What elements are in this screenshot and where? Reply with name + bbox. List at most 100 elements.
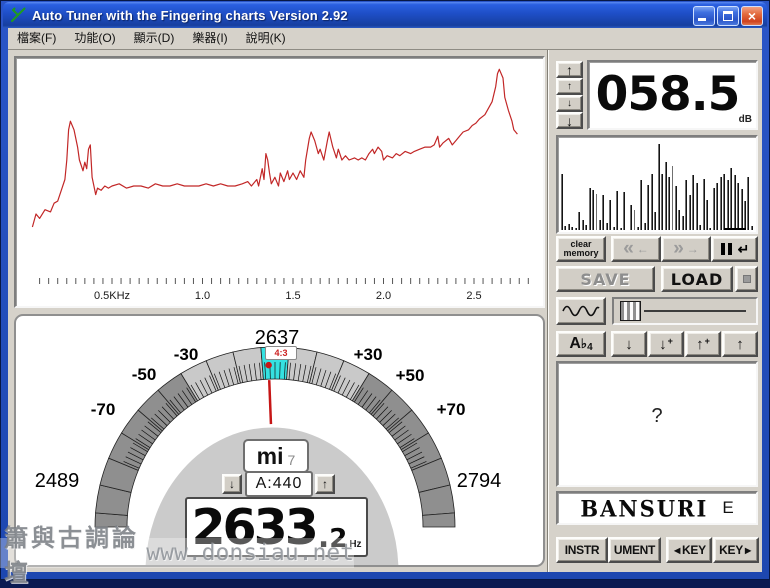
load-button[interactable]: LOAD — [661, 266, 733, 292]
save-label: SAVE — [580, 269, 631, 289]
close-button[interactable]: × — [741, 6, 763, 26]
rewind-button[interactable]: « ← — [611, 236, 661, 262]
instrument-name: BANSURI — [580, 494, 709, 522]
frequency-integer: 2633 — [191, 499, 318, 556]
menu-file[interactable]: 檔案(F) — [8, 28, 65, 49]
menu-instrument[interactable]: 樂器(I) — [183, 28, 236, 49]
minimize-icon — [698, 18, 706, 21]
clear-memory-button[interactable]: clear memory — [556, 236, 606, 262]
pause-icon — [721, 243, 726, 255]
minimize-button[interactable] — [693, 6, 715, 26]
clear-label-2: memory — [563, 248, 599, 258]
svg-text:1.5: 1.5 — [285, 290, 300, 302]
pause-button[interactable]: ↵ — [711, 236, 758, 262]
slider-thumb[interactable] — [620, 301, 641, 321]
pitch-down-button[interactable]: ↓ — [611, 331, 647, 357]
instrument-next-button[interactable]: UMENT — [608, 537, 661, 563]
menu-bar: 檔案(F) 功能(O) 顯示(D) 樂器(I) 說明(K) — [8, 28, 762, 50]
note-name-button[interactable]: A ♭ 4 — [556, 331, 606, 357]
note-display: mi 7 — [243, 439, 309, 473]
reference-pitch-display: A:440 — [245, 471, 313, 497]
maximize-button[interactable] — [717, 6, 739, 26]
client-area: 0.5KHz 1.0 1.5 2.0 2.5 2637 4:3 -30 -50 -70 … — [8, 50, 762, 572]
level-display: 058.5 dB — [587, 60, 758, 130]
cents-label-plus30: +30 — [353, 345, 383, 364]
interval-ratio-badge: 4:3 — [265, 346, 297, 360]
close-icon: × — [747, 8, 757, 24]
note-letter: A — [569, 335, 581, 352]
down-arrow-icon: ↓ — [659, 335, 667, 353]
pitch-up-button[interactable]: ↑ — [722, 331, 758, 357]
down-arrow-icon: ↓ — [567, 98, 572, 109]
level-up-fast-button[interactable]: ↑ — [556, 61, 583, 78]
instrument-prev-button[interactable]: INSTR — [556, 537, 608, 563]
instr-label: INSTR — [564, 543, 600, 557]
window-title: Auto Tuner with the Fingering charts Ver… — [32, 7, 348, 23]
app-window: Auto Tuner with the Fingering charts Ver… — [0, 0, 770, 587]
reference-up-button[interactable]: ↑ — [315, 474, 335, 494]
cents-label-plus70: +70 — [436, 400, 466, 419]
playback-slider[interactable] — [612, 297, 758, 325]
forward-arrow-icon: → — [686, 242, 699, 256]
level-down-fast-button[interactable]: ↓ — [556, 112, 583, 129]
svg-text:2.5: 2.5 — [466, 290, 481, 302]
svg-text:2.0: 2.0 — [376, 290, 391, 302]
up-arrow-icon: ↑ — [696, 335, 704, 353]
key-down-button[interactable]: ◀ KEY — [666, 537, 712, 563]
level-down-button[interactable]: ↓ — [556, 95, 583, 112]
up-arrow-icon: ↑ — [567, 81, 572, 92]
tuning-fork-icon — [11, 7, 26, 22]
panel-divider — [547, 50, 548, 572]
svg-text:0.5KHz: 0.5KHz — [94, 290, 130, 302]
low-frequency-label: 2489 — [34, 470, 80, 492]
menu-display[interactable]: 顯示(D) — [125, 28, 184, 49]
square-icon — [742, 275, 751, 283]
spectrum-chart: 0.5KHz 1.0 1.5 2.0 2.5 — [31, 68, 529, 302]
tuner-gauge-panel: 2637 4:3 -30 -50 -70 +30 +50 +70 2489 27… — [14, 314, 545, 567]
forward-icon: » — [673, 238, 684, 259]
level-value: 058.5 — [595, 67, 741, 122]
left-triangle-icon: ◀ — [674, 545, 681, 555]
menu-help[interactable]: 說明(K) — [237, 28, 295, 49]
note-name: mi — [256, 442, 284, 469]
down-arrow-bold-icon: ↓ — [566, 112, 573, 129]
maximize-icon — [723, 11, 733, 21]
rewind-arrow-icon: ← — [636, 242, 649, 256]
pitch-up-semitone-button[interactable]: ↑ + — [685, 331, 721, 357]
cents-label-plus50: +50 — [395, 366, 425, 385]
histogram-position-marker — [724, 228, 746, 230]
key-right-label: KEY — [719, 543, 743, 557]
sine-wave-icon — [562, 305, 600, 317]
fingering-chart-display: ? — [556, 361, 758, 487]
plus-icon: + — [667, 336, 673, 346]
frequency-dot: . — [317, 520, 330, 555]
level-history-chart — [556, 135, 758, 234]
ument-label: UMENT — [613, 543, 656, 557]
pitch-down-semitone-button[interactable]: ↓ + — [648, 331, 684, 357]
rewind-icon: « — [623, 238, 634, 259]
svg-text:1.0: 1.0 — [195, 290, 210, 302]
plus-icon: + — [704, 336, 710, 346]
instrument-display: BANSURI E — [556, 491, 758, 525]
waveform-button[interactable] — [556, 297, 606, 325]
save-button[interactable]: SAVE — [556, 266, 655, 292]
right-triangle-icon: ▶ — [744, 545, 751, 555]
down-arrow-icon: ↓ — [625, 335, 633, 353]
frequency-unit: Hz — [349, 539, 362, 550]
note-octave: 7 — [287, 452, 296, 468]
key-up-button[interactable]: KEY ▶ — [713, 537, 759, 563]
cents-label-minus70: -70 — [90, 400, 116, 419]
forward-button[interactable]: » → — [661, 236, 711, 262]
reference-down-button[interactable]: ↓ — [222, 474, 242, 494]
stop-button[interactable] — [735, 266, 758, 292]
menu-function[interactable]: 功能(O) — [65, 28, 124, 49]
measured-frequency-display: 2633 . 2 Hz — [185, 497, 368, 557]
level-up-button[interactable]: ↑ — [556, 78, 583, 95]
load-label: LOAD — [670, 269, 724, 289]
high-frequency-label: 2794 — [456, 470, 502, 492]
spectrum-panel: 0.5KHz 1.0 1.5 2.0 2.5 — [14, 56, 545, 308]
slider-track — [644, 310, 746, 312]
up-arrow-icon: ↑ — [736, 335, 744, 353]
return-arrow-icon: ↵ — [737, 240, 750, 257]
title-bar: Auto Tuner with the Fingering charts Ver… — [3, 2, 767, 28]
